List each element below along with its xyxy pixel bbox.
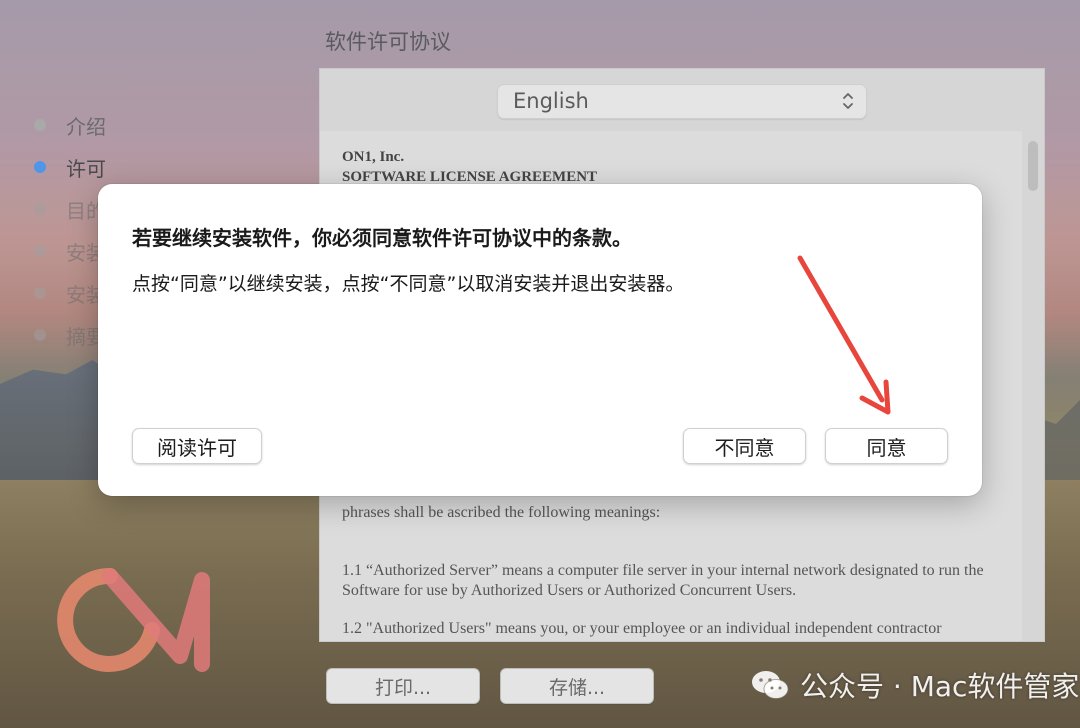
save-button[interactable]: 存储... bbox=[500, 668, 654, 704]
chevron-updown-icon bbox=[843, 93, 853, 109]
print-button[interactable]: 打印... bbox=[326, 668, 480, 704]
wechat-watermark: 公众号 · Mac软件管家 bbox=[750, 664, 1079, 706]
step-label: 介绍 bbox=[66, 114, 106, 139]
language-select-value: English bbox=[513, 89, 589, 113]
step-label: 许可 bbox=[66, 156, 106, 181]
step-summary: 摘要 bbox=[34, 314, 106, 356]
step-destination: 目的 bbox=[34, 188, 106, 230]
step-indicator-dot bbox=[34, 203, 46, 215]
license-company: ON1, Inc. bbox=[342, 149, 405, 165]
step-install-type: 安装 bbox=[34, 230, 106, 272]
on1-logo bbox=[57, 567, 210, 672]
dialog-title: 若要继续安装软件，你必须同意软件许可协议中的条款。 bbox=[132, 226, 632, 250]
step-indicator-dot bbox=[34, 119, 46, 131]
dialog-message: 点按“同意”以继续安装，点按“不同意”以取消安装并退出安装器。 bbox=[132, 273, 685, 295]
wechat-icon bbox=[752, 671, 789, 699]
language-select[interactable]: English bbox=[497, 84, 867, 119]
license-agreement-dialog: 若要继续安装软件，你必须同意软件许可协议中的条款。 点按“同意”以继续安装，点按… bbox=[98, 184, 982, 496]
scrollbar-track[interactable] bbox=[1022, 131, 1044, 641]
window-title: 软件许可协议 bbox=[325, 30, 451, 54]
language-bar: English bbox=[320, 69, 1044, 132]
license-paragraph: 1.1 “Authorized Server” means a computer… bbox=[342, 562, 984, 599]
agree-button[interactable]: 同意 bbox=[825, 428, 948, 464]
step-installation: 安装 bbox=[34, 272, 106, 314]
license-paragraph: phrases shall be ascribed the following … bbox=[342, 504, 661, 521]
watermark-text: 公众号 · Mac软件管家 bbox=[800, 670, 1080, 703]
step-indicator-dot bbox=[34, 287, 46, 299]
disagree-button[interactable]: 不同意 bbox=[683, 428, 806, 464]
scrollbar-thumb[interactable] bbox=[1028, 141, 1038, 191]
step-license: 许可 bbox=[34, 146, 106, 188]
installer-steps-sidebar: 介绍 许可 目的 安装 安装 摘要 bbox=[34, 104, 106, 356]
step-indicator-dot bbox=[34, 245, 46, 257]
step-introduction: 介绍 bbox=[34, 104, 106, 146]
license-paragraph: 1.2 "Authorized Users" means you, or you… bbox=[342, 620, 942, 637]
read-license-button[interactable]: 阅读许可 bbox=[132, 428, 262, 464]
step-indicator-dot bbox=[34, 161, 46, 173]
step-indicator-dot bbox=[34, 329, 46, 341]
